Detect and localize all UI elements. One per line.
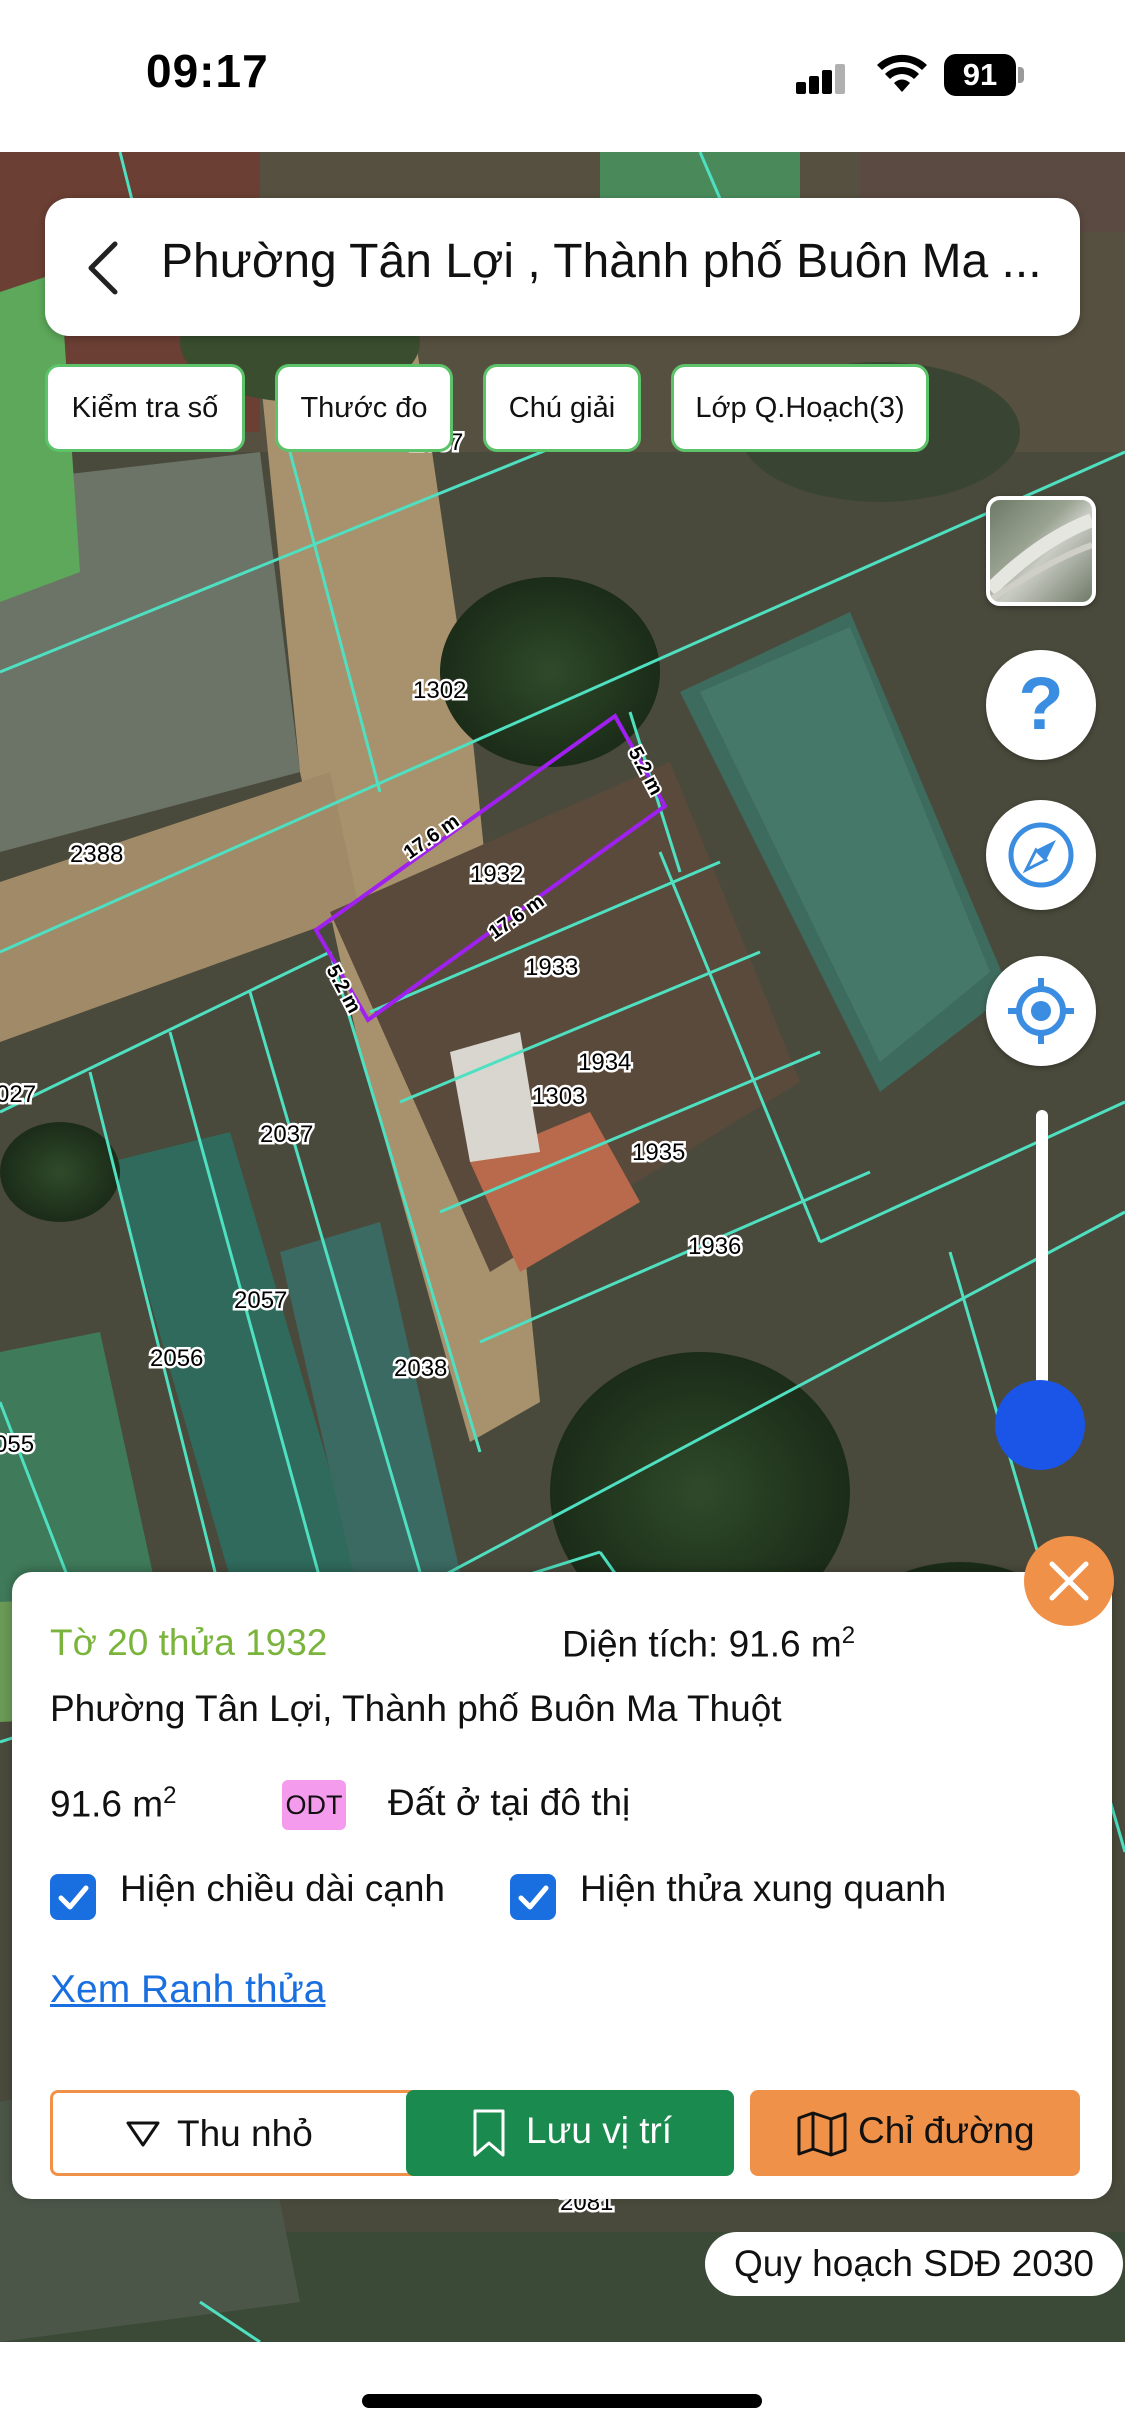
area-value-text: 91.6 m	[50, 1783, 164, 1825]
compass-icon	[1008, 822, 1074, 888]
ruler-button[interactable]: Thước đo	[275, 364, 453, 452]
parcel-number: 027	[0, 1081, 36, 1108]
bookmark-icon	[473, 2109, 505, 2157]
bottom-safe-area	[0, 2342, 1125, 2436]
show-edge-lengths-label[interactable]: Hiện chiều dài cạnh	[120, 1868, 445, 1910]
parcel-number: 2037	[260, 1121, 313, 1148]
locate-button[interactable]	[986, 956, 1096, 1066]
area-unit-superscript: 2	[841, 1622, 856, 1649]
area-value: 91.6 m2	[50, 1782, 176, 1825]
show-edge-lengths-checkbox[interactable]	[50, 1874, 96, 1920]
parcel-number: 1932	[470, 861, 523, 888]
parcel-number: 2038	[394, 1355, 447, 1382]
compass-button[interactable]	[986, 800, 1096, 910]
planning-layers-button[interactable]: Lớp Q.Hoạch(3)	[671, 364, 929, 452]
status-bar: 09:17 91	[0, 0, 1125, 152]
locate-icon	[1008, 978, 1074, 1044]
parcel-number: 055	[0, 1431, 34, 1458]
checkmark-icon	[58, 1885, 89, 1910]
parcel-id: Tờ 20 thửa 1932	[50, 1622, 328, 1663]
parcel-number: 1933	[525, 954, 578, 981]
land-use-type: Đất ở tại đô thị	[388, 1782, 631, 1823]
parcel-info-card: Tờ 20 thửa 1932 Diện tích: 91.6 m2 Phườn…	[12, 1572, 1112, 2199]
battery-tip	[1018, 67, 1024, 83]
chevron-left-icon[interactable]	[65, 228, 145, 308]
parcel-number: 1936	[688, 1233, 741, 1260]
area-value-superscript: 2	[163, 1782, 177, 1809]
screen: 09:17 91 17.6 m 5.2 m 17.6 m 5.2 m 1302 …	[0, 0, 1125, 2436]
show-surrounding-parcels-checkbox[interactable]	[510, 1874, 556, 1920]
area-label-text: Diện tích: 91.6 m	[562, 1623, 842, 1665]
home-indicator[interactable]	[362, 2394, 762, 2408]
minimize-button[interactable]: Thu nhỏ	[50, 2090, 424, 2176]
check-book-button[interactable]: Kiểm tra số	[45, 364, 245, 452]
location-header: Phường Tân Lợi , Thành phố Buôn Ma ...	[45, 198, 1080, 336]
zoom-slider-handle[interactable]	[995, 1380, 1085, 1470]
location-title: Phường Tân Lợi , Thành phố Buôn Ma ...	[161, 235, 1042, 288]
triangle-down-icon	[126, 2121, 160, 2147]
checkmark-icon	[518, 1885, 549, 1910]
parcel-address: Phường Tân Lợi, Thành phố Buôn Ma Thuột	[50, 1688, 782, 1729]
help-icon: ?	[1018, 662, 1064, 745]
view-boundary-link[interactable]: Xem Ranh thửa	[50, 1968, 325, 2012]
directions-label: Chỉ đường	[858, 2110, 1035, 2151]
save-location-label: Lưu vị trí	[526, 2110, 673, 2151]
parcel-number: 1302	[413, 677, 466, 704]
save-location-button[interactable]: Lưu vị trí	[406, 2090, 734, 2176]
parcel-number: 2388	[70, 841, 123, 868]
land-use-code-badge: ODT	[282, 1780, 346, 1830]
directions-button[interactable]: Chỉ đường	[750, 2090, 1080, 2176]
planning-year-badge[interactable]: Quy hoạch SDĐ 2030	[705, 2232, 1123, 2296]
battery-level: 91	[962, 57, 998, 92]
minimize-label: Thu nhỏ	[177, 2113, 313, 2154]
parcel-number: 1303	[532, 1083, 585, 1110]
parcel-number: 2057	[234, 1287, 287, 1314]
legend-button[interactable]: Chú giải	[483, 364, 641, 452]
area-label: Diện tích: 91.6 m2	[562, 1622, 855, 1665]
close-icon	[1049, 1561, 1089, 1601]
parcel-number: 2056	[150, 1345, 203, 1372]
parcel-number: 1935	[632, 1139, 685, 1166]
close-button[interactable]	[1024, 1536, 1114, 1626]
signal-icon	[796, 64, 845, 94]
wifi-icon	[877, 54, 927, 92]
show-surrounding-parcels-label[interactable]: Hiện thửa xung quanh	[580, 1868, 946, 1910]
map-icon	[797, 2111, 847, 2157]
road-preview	[990, 513, 1092, 602]
help-button[interactable]: ?	[986, 650, 1096, 760]
layer-thumbnail-icon[interactable]	[986, 496, 1096, 606]
status-time: 09:17	[146, 45, 269, 97]
parcel-number: 1934	[578, 1049, 631, 1076]
battery-icon: 91	[944, 54, 1024, 96]
